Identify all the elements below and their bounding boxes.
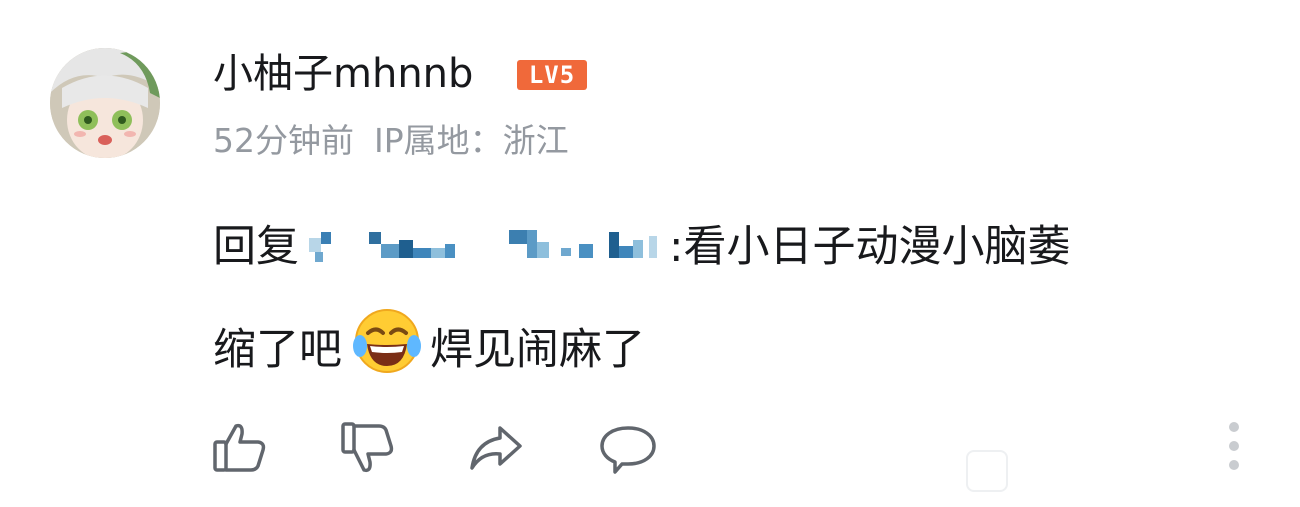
comment-meta: 52分钟前 IP属地：浙江 — [213, 118, 569, 164]
share-icon[interactable] — [466, 418, 526, 478]
reply-icon[interactable] — [598, 418, 658, 478]
comment-time: 52分钟前 — [213, 121, 354, 160]
comment-text-line2a: 缩了吧 — [213, 325, 342, 375]
comment-text-line1: :看小日子动漫小脑萎 — [669, 222, 1071, 272]
like-icon[interactable] — [210, 418, 270, 478]
reply-prefix: 回复 — [213, 222, 299, 272]
level-badge: LV5 — [517, 60, 587, 90]
watermark-icon — [966, 450, 1008, 492]
laughing-tears-emoji-icon — [352, 306, 422, 391]
more-icon[interactable] — [1224, 422, 1244, 472]
avatar[interactable] — [50, 48, 160, 158]
dislike-icon[interactable] — [338, 418, 398, 478]
pixelated-username — [299, 218, 669, 276]
ip-label: IP属地： — [374, 121, 503, 160]
username[interactable]: 小柚子mhnnb — [213, 48, 473, 100]
comment-text-line2b: 焊见闹麻了 — [430, 325, 645, 375]
ip-location: 浙江 — [502, 121, 569, 160]
comment-body: 回复 :看小日子动漫小脑萎 缩了吧 焊见闹麻了 — [213, 218, 1233, 391]
